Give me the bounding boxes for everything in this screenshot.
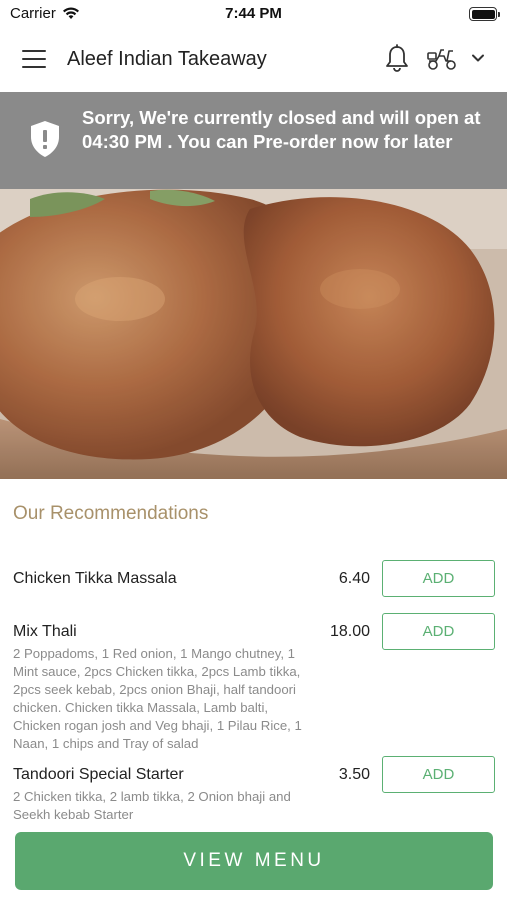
item-description: 2 Chicken tikka, 2 lamb tikka, 2 Onion b… [13,789,291,822]
closed-message: Sorry, We're currently closed and will o… [82,107,481,152]
scooter-icon[interactable] [426,46,458,77]
status-bar: Carrier 7:44 PM [0,0,507,28]
clock: 7:44 PM [225,5,282,22]
item-description: 2 Poppadoms, 1 Red onion, 1 Mango chutne… [13,646,302,751]
hero-food-image [0,189,507,479]
add-button[interactable]: ADD [382,613,495,650]
item-price: 6.40 [338,570,370,587]
app-header: Aleef Indian Takeaway [0,28,507,92]
shield-alert-icon [29,120,61,163]
menu-icon[interactable] [22,50,46,68]
bell-icon[interactable] [384,44,410,79]
view-menu-button[interactable]: VIEW MENU [15,832,493,890]
item-price: 18.00 [329,623,370,640]
add-button[interactable]: ADD [382,560,495,597]
item-price: 3.50 [338,766,370,783]
battery-icon [469,7,500,21]
closed-banner: Sorry, We're currently closed and will o… [0,92,507,189]
chevron-down-icon[interactable] [470,50,486,71]
recommendations-title: Our Recommendations [13,503,209,524]
add-button[interactable]: ADD [382,756,495,793]
page-title: Aleef Indian Takeaway [67,48,267,70]
item-name: Chicken Tikka Massala [13,570,177,587]
item-name: Tandoori Special Starter [13,766,184,783]
item-name: Mix Thali [13,623,77,640]
